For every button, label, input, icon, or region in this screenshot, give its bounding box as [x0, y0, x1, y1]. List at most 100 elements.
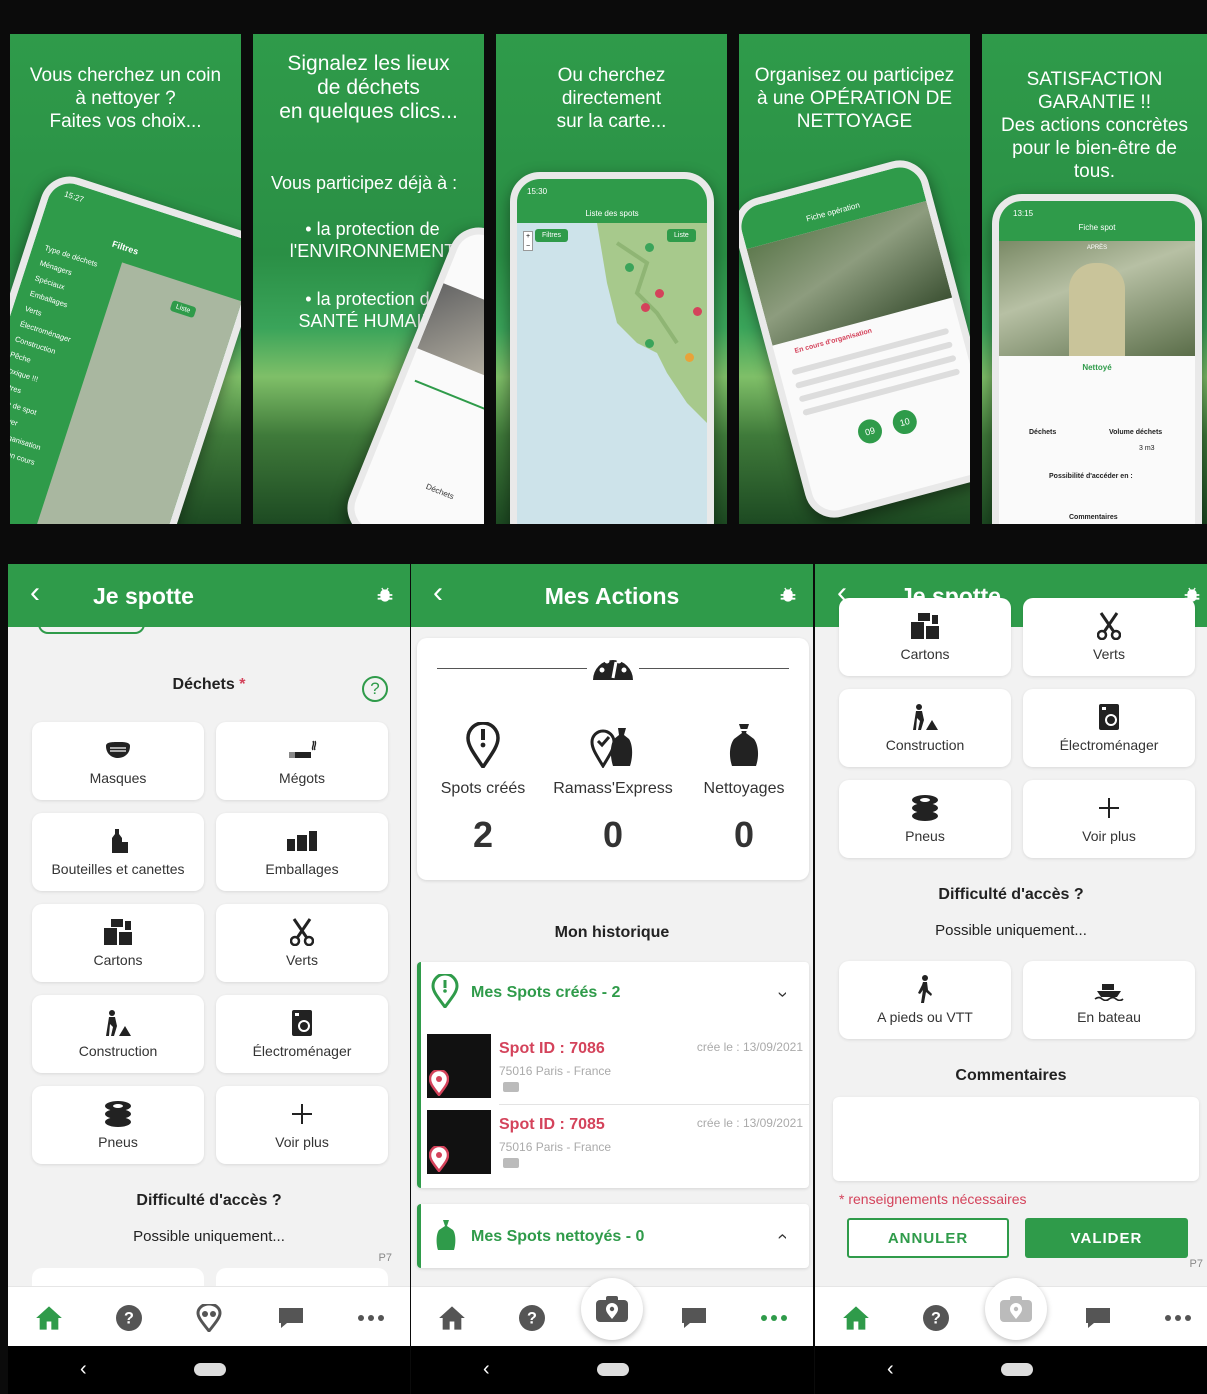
waste-tile[interactable]: Cartons [839, 598, 1011, 676]
map-pins-icon[interactable] [194, 1303, 224, 1333]
boat-icon [1023, 975, 1195, 1003]
android-nav-bar: ‹ [411, 1346, 814, 1394]
waste-tile[interactable]: Pneus [32, 1086, 204, 1164]
boxes-icon [839, 612, 1011, 640]
help-icon[interactable]: ? [362, 676, 388, 702]
waste-tile[interactable]: A pieds ou VTT [839, 961, 1011, 1039]
spot-row[interactable]: Spot ID : 7086 75016 Paris - France crée l… [427, 1034, 809, 1105]
spot-id: Spot ID : 7085 [499, 1116, 605, 1133]
waste-tile[interactable]: Pneus [839, 780, 1011, 858]
required-note: * renseignements nécessaires [839, 1191, 1027, 1207]
phone-label: Commentaires [1069, 514, 1118, 521]
tile-label: Bouteilles et canettes [51, 861, 185, 877]
speedometer-icon [587, 648, 639, 688]
chat-icon[interactable] [1083, 1303, 1113, 1333]
date-badge: 10 [890, 407, 920, 437]
page-title: Mes Actions [544, 583, 680, 609]
waste-tile[interactable]: Emballages [216, 813, 388, 891]
more-icon[interactable] [759, 1303, 789, 1333]
mask-icon [32, 736, 204, 764]
bug-report-icon[interactable] [777, 584, 799, 606]
help-nav-icon[interactable]: ? [517, 1303, 547, 1333]
waste-tile[interactable]: Construction [32, 995, 204, 1073]
waste-tile[interactable]: Construction [839, 689, 1011, 767]
android-nav-bar: ‹ [815, 1346, 1207, 1394]
map-list-button: Liste [667, 229, 696, 242]
waste-tile[interactable]: Voir plus [1023, 780, 1195, 858]
back-arrow-icon[interactable]: ‹ [30, 578, 40, 608]
pin-alert-icon [453, 722, 513, 772]
promo-caption: Vous cherchez un coin à nettoyer ? Faite… [29, 65, 222, 132]
worker-icon [839, 703, 1011, 731]
plus-icon [216, 1100, 388, 1128]
packaging-icon [216, 827, 388, 855]
phone-label: Possibilité d'accéder en : [1049, 473, 1133, 480]
cancel-button[interactable]: ANNULER [847, 1218, 1009, 1258]
more-icon[interactable] [1163, 1303, 1193, 1333]
phone-time: 15:30 [527, 187, 548, 196]
home-pill-icon[interactable] [597, 1363, 629, 1376]
previous-field-edge [38, 616, 145, 634]
tile-label: Pneus [98, 1134, 138, 1150]
back-nav-icon[interactable]: ‹ [483, 1358, 490, 1381]
next-tile-partial [216, 1268, 388, 1288]
more-icon[interactable] [356, 1303, 386, 1333]
phone-value: 3 m3 [1139, 445, 1155, 452]
waste-tile[interactable]: Voir plus [216, 1086, 388, 1164]
chat-icon[interactable] [679, 1303, 709, 1333]
home-pill-icon[interactable] [194, 1363, 226, 1376]
help-nav-icon[interactable]: ? [921, 1303, 951, 1333]
waste-tile[interactable]: Électroménager [216, 995, 388, 1073]
access-title: Difficulté d'accès ? [136, 1192, 282, 1209]
waste-tile[interactable]: Bouteilles et canettes [32, 813, 204, 891]
camera-button[interactable] [581, 1278, 643, 1340]
home-icon[interactable] [841, 1303, 871, 1333]
scissors-icon [1023, 612, 1195, 640]
created-spots-header[interactable]: Mes Spots créés - 2 [471, 984, 620, 1002]
tile-label: En bateau [1077, 1009, 1141, 1025]
access-title: Difficulté d'accès ? [938, 886, 1084, 903]
waste-tile[interactable]: Mégots [216, 722, 388, 800]
map-pin-icon [429, 1146, 449, 1172]
back-nav-icon[interactable]: ‹ [80, 1358, 87, 1381]
map-pin-icon [641, 303, 650, 312]
help-nav-icon[interactable]: ? [114, 1303, 144, 1333]
tile-label: Cartons [900, 646, 950, 662]
dechets-label: Déchets [172, 676, 235, 693]
map-pin-icon [429, 1070, 449, 1096]
camera-button[interactable] [985, 1278, 1047, 1340]
appliance-icon [1023, 703, 1195, 731]
bug-report-icon[interactable] [374, 584, 396, 606]
stat-value: 2 [472, 814, 494, 855]
tires-icon [32, 1100, 204, 1128]
stat-label: Nettoyages [703, 780, 785, 797]
back-nav-icon[interactable]: ‹ [887, 1358, 894, 1381]
map-pin-icon [655, 289, 664, 298]
tile-label: Verts [1093, 646, 1125, 662]
tile-label: Construction [78, 1043, 158, 1059]
date-badge: 09 [855, 416, 885, 447]
waste-tile[interactable]: Verts [1023, 598, 1195, 676]
waste-tile[interactable]: Verts [216, 904, 388, 982]
cleaned-spots-header[interactable]: Mes Spots nettoyés - 0 [471, 1228, 644, 1246]
access-subtitle: Possible uniquement... [935, 922, 1087, 939]
waste-tile[interactable]: Masques [32, 722, 204, 800]
waste-tile[interactable]: En bateau [1023, 961, 1195, 1039]
home-icon[interactable] [437, 1303, 467, 1333]
waste-tile[interactable]: Électroménager [1023, 689, 1195, 767]
tile-label: Verts [286, 952, 318, 968]
validate-button[interactable]: VALIDER [1025, 1218, 1188, 1258]
tile-label: Voir plus [275, 1134, 329, 1150]
waste-tile[interactable]: Cartons [32, 904, 204, 982]
expand-chevron-icon[interactable]: › [772, 1234, 793, 1240]
cigarette-icon [216, 736, 388, 764]
collapse-chevron-icon[interactable]: ‹ [772, 992, 793, 998]
home-pill-icon[interactable] [1001, 1363, 1033, 1376]
spot-row[interactable]: Spot ID : 7085 75016 Paris - France crée l… [427, 1110, 809, 1180]
home-icon[interactable] [34, 1303, 64, 1333]
promo-caption: Organisez ou participez à une OPÉRATION … [754, 65, 955, 132]
screen-je-spotte-2: ‹ Je spotte Cartons Verts Construction Élec… [815, 564, 1207, 1346]
chat-icon[interactable] [276, 1303, 306, 1333]
comments-textarea[interactable] [833, 1097, 1199, 1181]
map-pin-icon [645, 339, 654, 348]
